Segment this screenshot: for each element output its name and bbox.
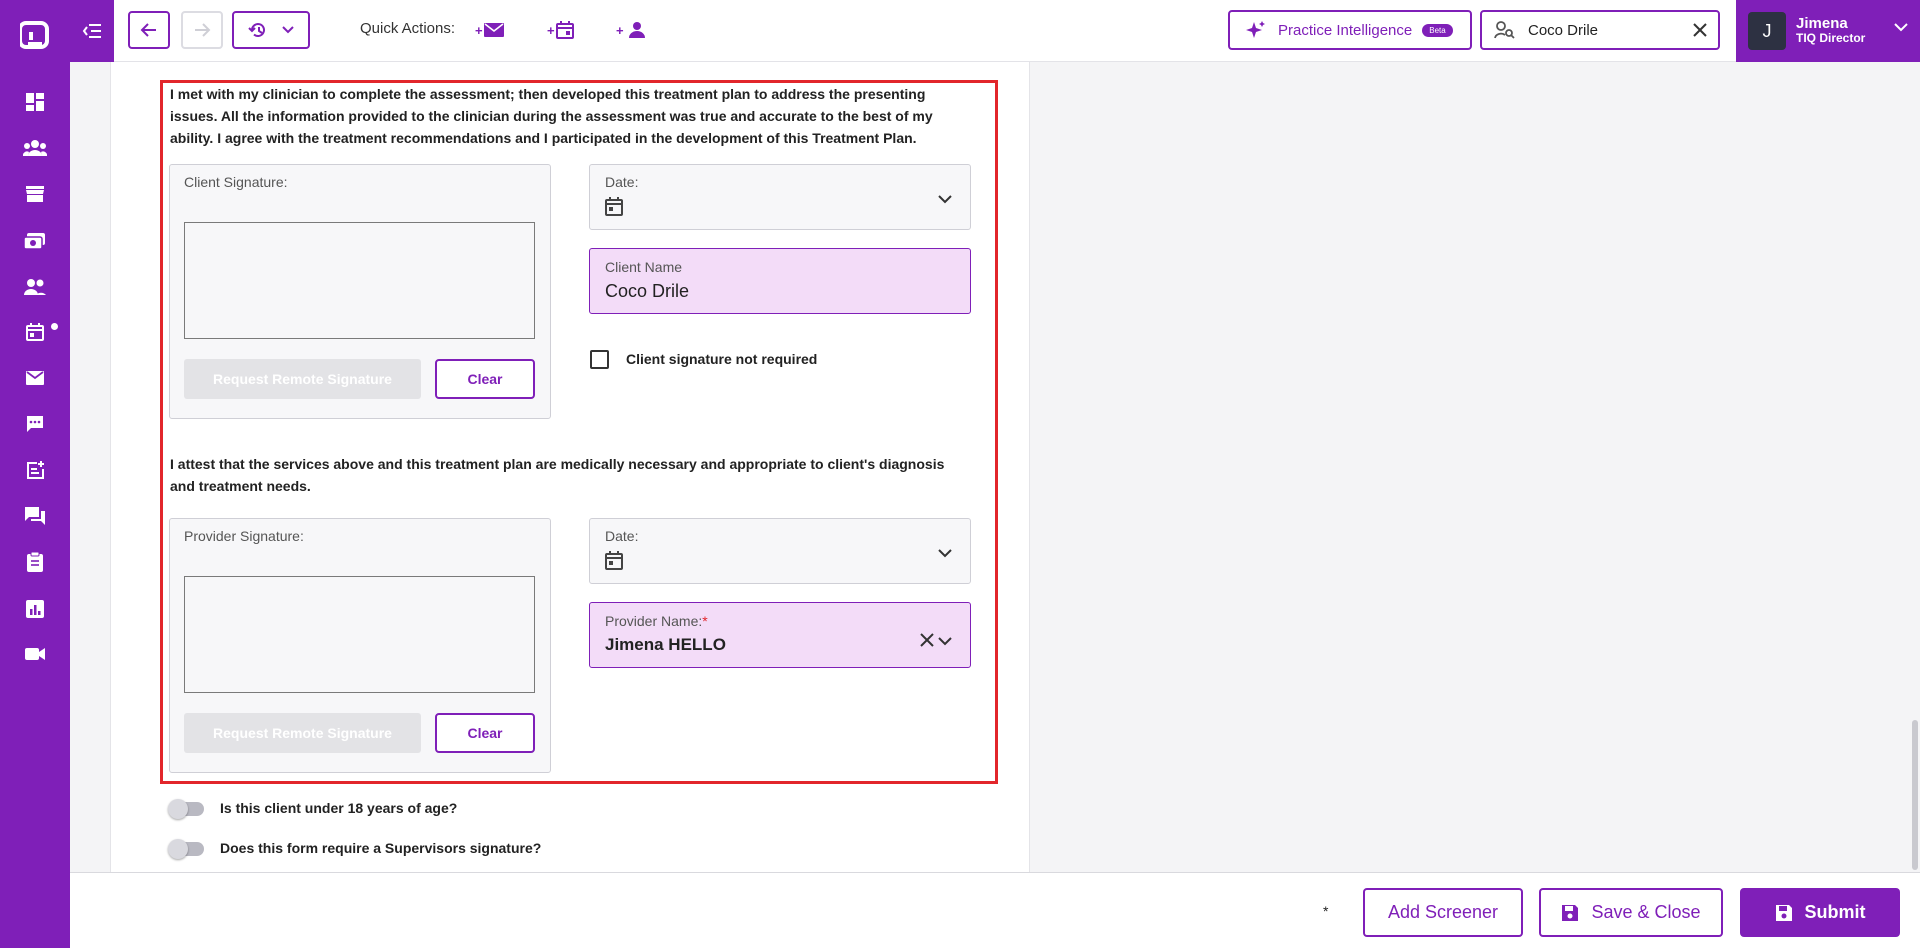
- provider-attestation-text: I attest that the services above and thi…: [170, 456, 945, 494]
- quick-actions-label: Quick Actions:: [360, 20, 456, 37]
- chevron-down-icon: [938, 195, 952, 204]
- user-role: TIQ Director: [1796, 31, 1866, 45]
- person-add-icon: [628, 22, 645, 38]
- close-icon[interactable]: [1682, 23, 1718, 37]
- client-signature-pad[interactable]: [184, 222, 535, 339]
- save-icon: [1775, 904, 1792, 921]
- footer-bar: * Add Screener Save & Close Submit: [70, 872, 1920, 948]
- add-screener-button[interactable]: Add Screener: [1363, 888, 1523, 937]
- practice-intelligence-button[interactable]: Practice Intelligence Beta: [1228, 10, 1472, 50]
- provider-name-label: Provider Name:*: [605, 613, 708, 629]
- store-icon[interactable]: [22, 181, 48, 207]
- quick-action-new-client[interactable]: +: [616, 17, 646, 43]
- back-button[interactable]: [128, 11, 170, 49]
- top-bar: Quick Actions: + + + Practice Intelligen…: [70, 0, 1920, 62]
- sparkle-icon: [1246, 21, 1265, 38]
- provider-request-remote-signature-button[interactable]: Request Remote Signature: [184, 713, 421, 753]
- reports-icon[interactable]: [22, 596, 48, 622]
- notification-dot: [51, 323, 58, 330]
- client-clear-button[interactable]: Clear: [435, 359, 535, 399]
- required-asterisk: *: [1323, 903, 1329, 919]
- app-logo[interactable]: [18, 20, 50, 54]
- chevron-down-icon: [1894, 23, 1908, 32]
- provider-signature-pad[interactable]: [184, 576, 535, 693]
- forward-button[interactable]: [181, 11, 223, 49]
- dashboard-icon[interactable]: [22, 89, 48, 115]
- notes-add-icon[interactable]: [22, 457, 48, 483]
- user-menu[interactable]: J Jimena TIQ Director: [1736, 0, 1920, 62]
- user-name: Jimena: [1796, 15, 1848, 32]
- client-attestation-text: I met with my clinician to complete the …: [170, 86, 933, 146]
- provider-date-field[interactable]: Date:: [589, 518, 971, 584]
- client-name-value: Coco Drile: [605, 281, 690, 301]
- history-button[interactable]: [232, 11, 310, 49]
- messages-icon[interactable]: [22, 503, 48, 529]
- mail-icon[interactable]: [22, 365, 48, 391]
- client-request-remote-signature-button[interactable]: Request Remote Signature: [184, 359, 421, 399]
- chevron-down-icon: [282, 26, 294, 34]
- quick-action-new-appointment[interactable]: +: [547, 17, 575, 43]
- client-name-field[interactable]: Client Name Coco Drile: [589, 248, 971, 314]
- client-signature-not-required-checkbox[interactable]: [590, 350, 609, 369]
- under-18-label: Is this client under 18 years of age?: [220, 800, 458, 816]
- practice-intelligence-label: Practice Intelligence: [1278, 21, 1413, 39]
- quick-action-new-message[interactable]: +: [475, 17, 505, 43]
- avatar: J: [1748, 12, 1786, 50]
- chat-icon[interactable]: [22, 411, 48, 437]
- plus-prefix: +: [475, 22, 483, 38]
- sidebar: [0, 0, 70, 948]
- person-search-icon: [1494, 21, 1515, 39]
- under-18-toggle[interactable]: [168, 799, 204, 819]
- scrollbar-thumb[interactable]: [1912, 720, 1918, 870]
- client-date-label: Date:: [605, 174, 639, 190]
- clients-icon[interactable]: [22, 135, 48, 161]
- calendar-add-icon: [555, 21, 574, 39]
- chevron-down-icon[interactable]: [938, 637, 952, 646]
- provider-clear-button[interactable]: Clear: [435, 713, 535, 753]
- provider-signature-box: Provider Signature: Request Remote Signa…: [169, 518, 551, 773]
- save-close-button[interactable]: Save & Close: [1539, 888, 1723, 937]
- client-search-field[interactable]: Coco Drile: [1480, 10, 1720, 50]
- save-close-label: Save & Close: [1591, 902, 1701, 922]
- video-icon[interactable]: [22, 641, 48, 667]
- submit-label: Submit: [1804, 902, 1866, 922]
- submit-button[interactable]: Submit: [1740, 888, 1900, 937]
- supervisor-signature-label: Does this form require a Supervisors sig…: [220, 840, 542, 856]
- plus-prefix: +: [616, 22, 624, 38]
- plus-prefix: +: [547, 22, 555, 38]
- save-icon: [1562, 904, 1579, 921]
- provider-name-value: Jimena HELLO: [605, 635, 726, 654]
- calendar-icon: [605, 197, 623, 216]
- provider-date-label: Date:: [605, 528, 639, 544]
- calendar-icon[interactable]: [22, 319, 48, 345]
- add-screener-label: Add Screener: [1387, 902, 1499, 922]
- client-signature-label: Client Signature:: [184, 174, 288, 190]
- beta-badge: Beta: [1422, 23, 1453, 37]
- client-name-label: Client Name: [605, 259, 683, 275]
- menu-toggle-button[interactable]: [70, 0, 114, 62]
- calendar-icon: [605, 551, 623, 570]
- history-icon: [248, 23, 265, 38]
- clear-selection-icon[interactable]: [920, 633, 934, 647]
- client-signature-box: Client Signature: Request Remote Signatu…: [169, 164, 551, 419]
- client-signature-not-required-label: Client signature not required: [626, 351, 818, 367]
- client-date-field[interactable]: Date:: [589, 164, 971, 230]
- billing-icon[interactable]: [22, 228, 48, 254]
- envelope-icon: [483, 23, 504, 37]
- clipboard-icon[interactable]: [22, 549, 48, 575]
- provider-signature-label: Provider Signature:: [184, 528, 304, 544]
- provider-name-select[interactable]: Provider Name:* Jimena HELLO: [589, 602, 971, 668]
- staff-icon[interactable]: [22, 274, 48, 300]
- chevron-down-icon: [938, 549, 952, 558]
- supervisor-signature-toggle[interactable]: [168, 839, 204, 859]
- client-search-value: Coco Drile: [1528, 21, 1599, 39]
